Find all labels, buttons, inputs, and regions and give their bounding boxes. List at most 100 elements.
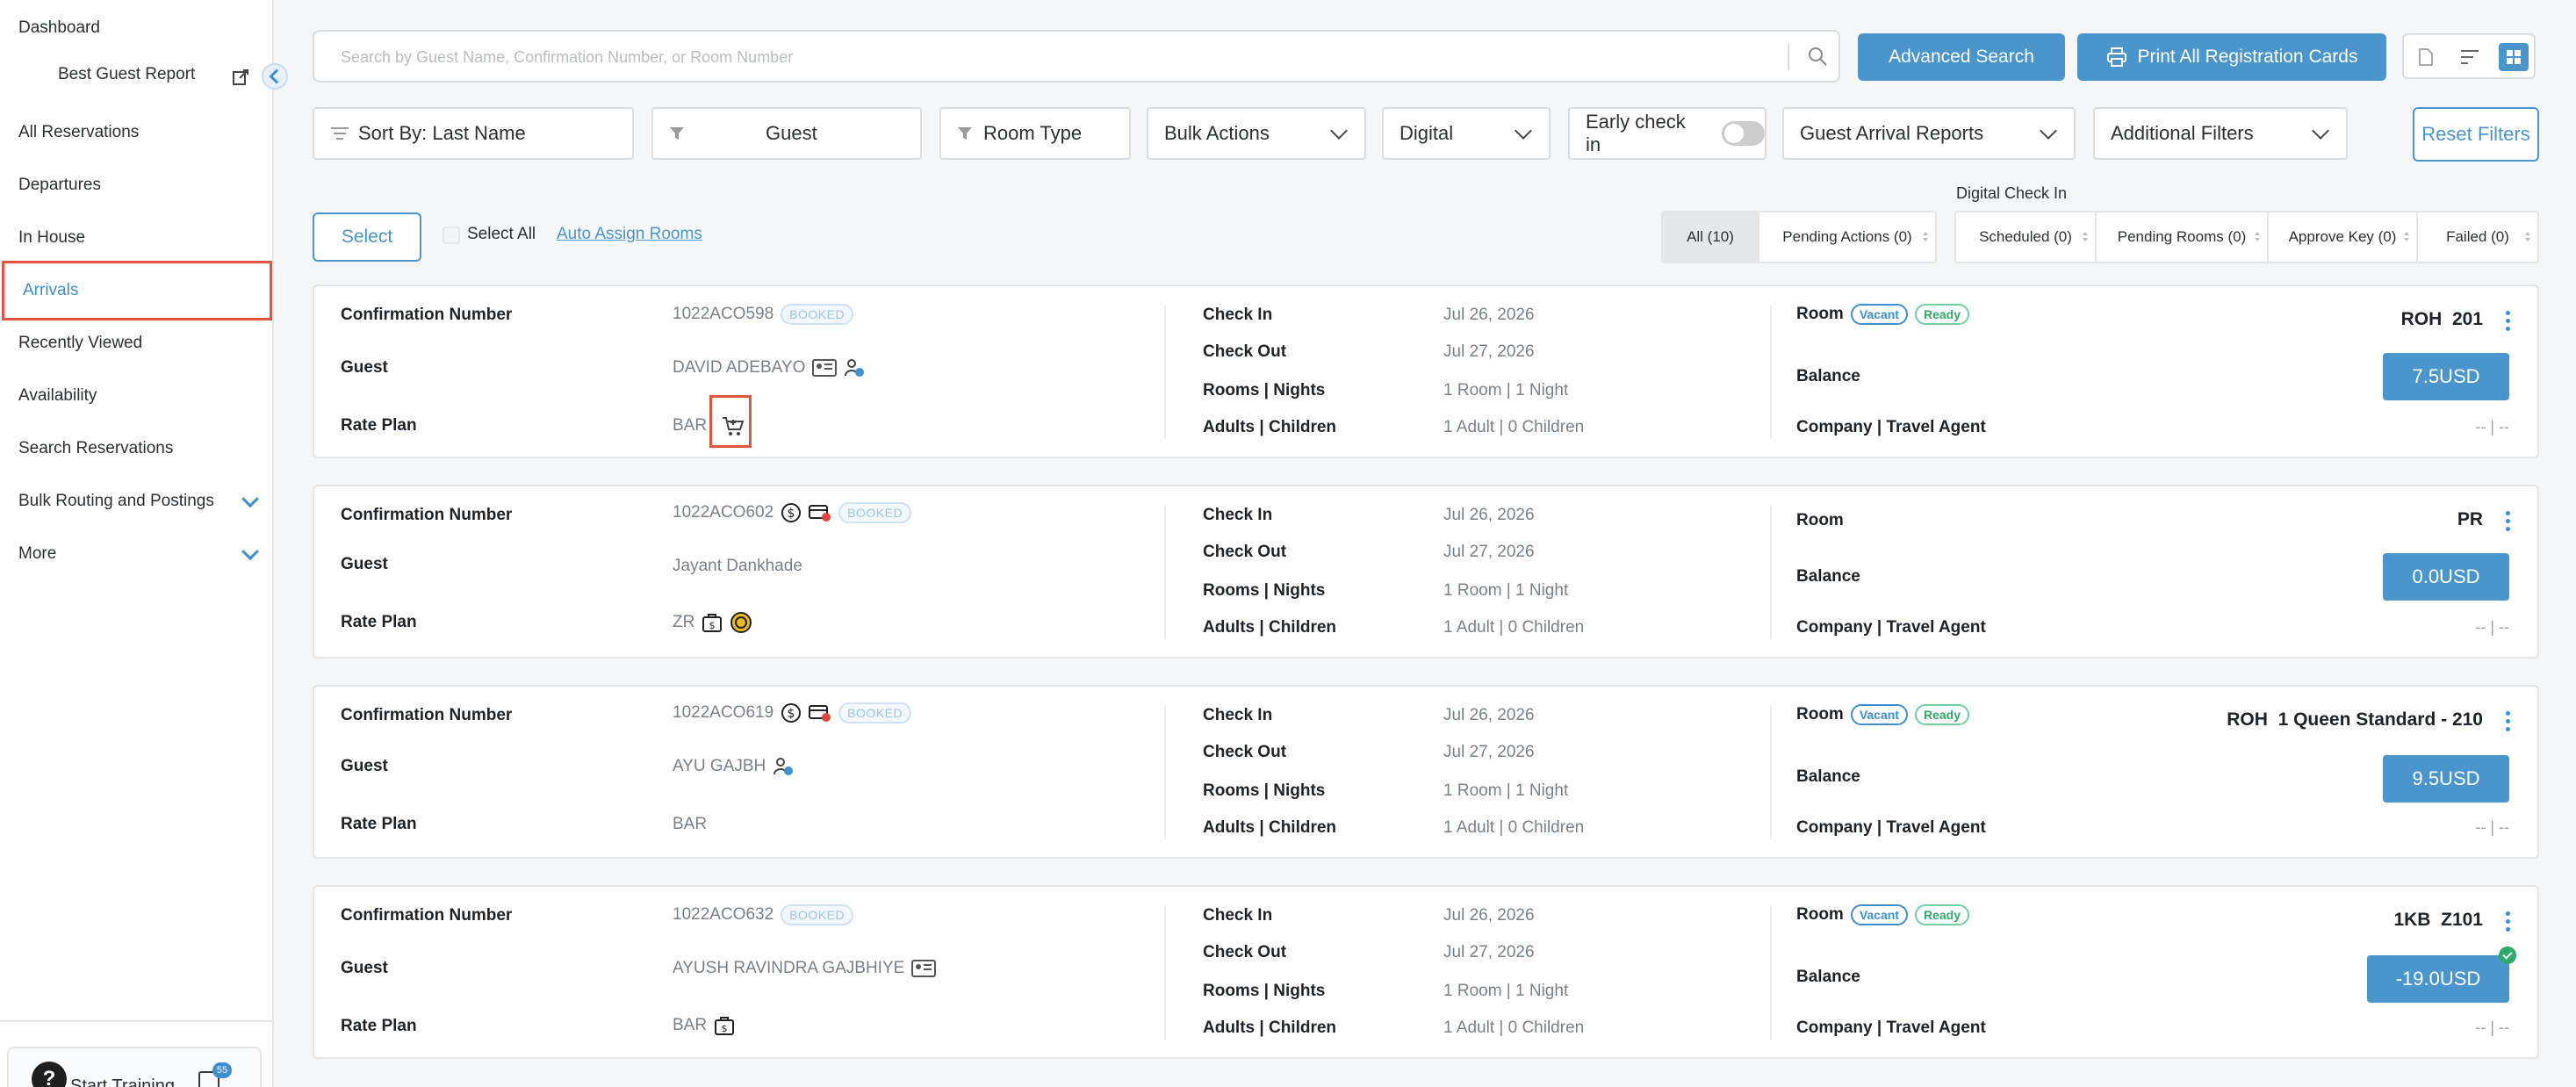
search-icon[interactable]	[1807, 46, 1828, 67]
company-value: -- | --	[2475, 418, 2509, 436]
tab-failed[interactable]: Failed (0)	[2418, 212, 2537, 262]
guest-name[interactable]: DAVID ADEBAYO	[673, 358, 805, 378]
print-all-label: Print All Registration Cards	[2137, 47, 2358, 67]
search-input[interactable]	[341, 46, 1781, 68]
reservation-card[interactable]: Confirmation Number Guest Rate Plan 1022…	[313, 885, 2539, 1059]
reservation-card[interactable]: Confirmation Number Guest Rate Plan 1022…	[313, 685, 2539, 859]
tab-scheduled[interactable]: Scheduled (0)	[1956, 212, 2097, 262]
dollar-icon[interactable]: $	[781, 502, 802, 523]
divider	[0, 1020, 272, 1022]
sidebar-item-label: Search Reservations	[18, 439, 174, 457]
guest-arrival-reports-dropdown[interactable]: Guest Arrival Reports	[1782, 107, 2076, 160]
vacant-badge: Vacant	[1850, 704, 1908, 725]
room-number[interactable]: PR	[2457, 509, 2483, 530]
confirmation-label: Confirmation Number	[341, 506, 513, 524]
room-type-code: ROH	[2400, 309, 2443, 329]
select-button[interactable]: Select	[313, 212, 421, 262]
more-options-icon[interactable]	[2506, 911, 2511, 934]
room-type-filter[interactable]: Room Type	[939, 107, 1131, 160]
confirmation-label: Confirmation Number	[341, 706, 513, 724]
sort-by-dropdown[interactable]: Sort By: Last Name	[313, 107, 634, 160]
tab-pending-rooms[interactable]: Pending Rooms (0)	[2097, 212, 2269, 262]
grid-view-icon[interactable]	[2499, 43, 2529, 71]
company-value: -- | --	[2475, 618, 2509, 636]
rooms-nights-value: 1 Room | 1 Night	[1443, 381, 1569, 400]
external-edit-icon[interactable]	[232, 68, 249, 86]
credit-card-alert-icon[interactable]	[809, 703, 831, 723]
sidebar-item-departures[interactable]: Departures	[0, 160, 272, 211]
guest-filter[interactable]: Guest	[651, 107, 922, 160]
more-options-icon[interactable]	[2506, 311, 2511, 334]
dollar-icon[interactable]: $	[781, 702, 802, 723]
guest-label: Guest	[341, 358, 388, 377]
confirmation-number[interactable]: 1022ACO619	[673, 703, 774, 723]
reservation-card[interactable]: Confirmation Number Guest Rate Plan 1022…	[313, 485, 2539, 659]
room-number[interactable]: ROH 1 Queen Standard - 210	[2227, 709, 2483, 731]
coin-gold-icon[interactable]	[730, 611, 752, 634]
sidebar-item-recently-viewed[interactable]: Recently Viewed	[0, 318, 272, 369]
confirmation-value: 1022ACO602 $ BOOKED	[673, 502, 912, 523]
additional-filters-dropdown[interactable]: Additional Filters	[2093, 107, 2348, 160]
credit-card-alert-icon[interactable]	[809, 503, 831, 522]
auto-assign-rooms-link[interactable]: Auto Assign Rooms	[557, 225, 702, 244]
early-check-in-toggle[interactable]	[1722, 121, 1765, 146]
id-card-icon[interactable]	[911, 960, 937, 977]
sidebar-item-search-reservations[interactable]: Search Reservations	[0, 423, 272, 474]
sort-icon	[1923, 232, 1928, 242]
advanced-search-button[interactable]: Advanced Search	[1858, 33, 2065, 81]
package-dollar-icon[interactable]: $	[702, 612, 723, 633]
check-out-label: Check Out	[1203, 943, 1287, 961]
sidebar-item-all-reservations[interactable]: All Reservations	[0, 107, 272, 158]
bulk-actions-dropdown[interactable]: Bulk Actions	[1147, 107, 1366, 160]
sidebar-item-bulk-routing[interactable]: Bulk Routing and Postings	[0, 476, 272, 527]
guest-name[interactable]: Jayant Dankhade	[673, 557, 802, 576]
reservation-card[interactable]: Confirmation Number Guest Rate Plan 1022…	[313, 284, 2539, 458]
id-card-icon[interactable]	[812, 359, 838, 377]
rooms-nights-label: Rooms | Nights	[1203, 381, 1326, 400]
package-dollar-icon[interactable]: $	[714, 1015, 735, 1036]
balance-button[interactable]: 7.5USD	[2383, 353, 2509, 400]
status-tabs: All (10) Pending Actions (0)	[1661, 211, 1937, 263]
rate-plan-value: BAR $	[673, 1015, 735, 1036]
more-options-icon[interactable]	[2506, 511, 2511, 534]
rate-plan-value: ZR $	[673, 611, 752, 634]
balance-button[interactable]: 0.0USD	[2383, 553, 2509, 601]
sidebar-subitem-best-guest-report[interactable]: Best Guest Report	[58, 65, 195, 84]
tab-pending-actions[interactable]: Pending Actions (0)	[1759, 212, 1935, 262]
more-options-icon[interactable]	[2506, 711, 2511, 734]
guest-name[interactable]: AYUSH RAVINDRA GAJBHIYE	[673, 959, 904, 978]
print-all-registration-cards-button[interactable]: Print All Registration Cards	[2077, 33, 2386, 81]
tab-approve-key[interactable]: Approve Key (0)	[2269, 212, 2418, 262]
user-verified-icon[interactable]	[844, 358, 865, 378]
collapse-sidebar-button[interactable]	[262, 63, 288, 90]
balance-button[interactable]: -19.0USD	[2367, 947, 2516, 1003]
check-in-label: Check In	[1203, 306, 1273, 324]
room-number[interactable]: ROH 201	[2401, 309, 2483, 330]
sidebar-item-availability[interactable]: Availability	[0, 371, 272, 421]
room-number[interactable]: 1KB Z101	[2393, 910, 2483, 931]
balance-label: Balance	[1796, 367, 1860, 385]
user-verified-icon[interactable]	[773, 757, 794, 776]
tab-label: Scheduled (0)	[1979, 228, 2072, 245]
ready-badge: Ready	[1914, 904, 1969, 925]
balance-button[interactable]: 9.5USD	[2383, 755, 2509, 803]
sidebar-item-arrivals[interactable]: Arrivals	[2, 261, 272, 320]
sidebar-item-more[interactable]: More	[0, 529, 272, 579]
list-view-icon[interactable]	[2455, 43, 2485, 71]
confirmation-number[interactable]: 1022ACO598	[673, 305, 774, 324]
tab-label: Pending Rooms (0)	[2117, 228, 2247, 245]
guest-name[interactable]: AYU GAJBH	[673, 757, 766, 776]
check-in-date: Jul 26, 2026	[1443, 306, 1535, 324]
confirmation-number[interactable]: 1022ACO602	[673, 503, 774, 522]
digital-dropdown[interactable]: Digital	[1382, 107, 1551, 160]
sidebar-item-dashboard[interactable]: Dashboard	[0, 3, 272, 54]
tab-all[interactable]: All (10)	[1663, 212, 1759, 262]
sidebar-item-in-house[interactable]: In House	[0, 212, 272, 263]
reset-filters-button[interactable]: Reset Filters	[2413, 107, 2539, 162]
select-all-checkbox[interactable]	[443, 227, 460, 244]
status-badge: BOOKED	[838, 502, 912, 523]
document-view-icon[interactable]	[2411, 43, 2441, 71]
start-training-button[interactable]: ? Start Training 55	[7, 1047, 262, 1087]
confirmation-number[interactable]: 1022ACO632	[673, 905, 774, 925]
check-out-label: Check Out	[1203, 743, 1287, 761]
